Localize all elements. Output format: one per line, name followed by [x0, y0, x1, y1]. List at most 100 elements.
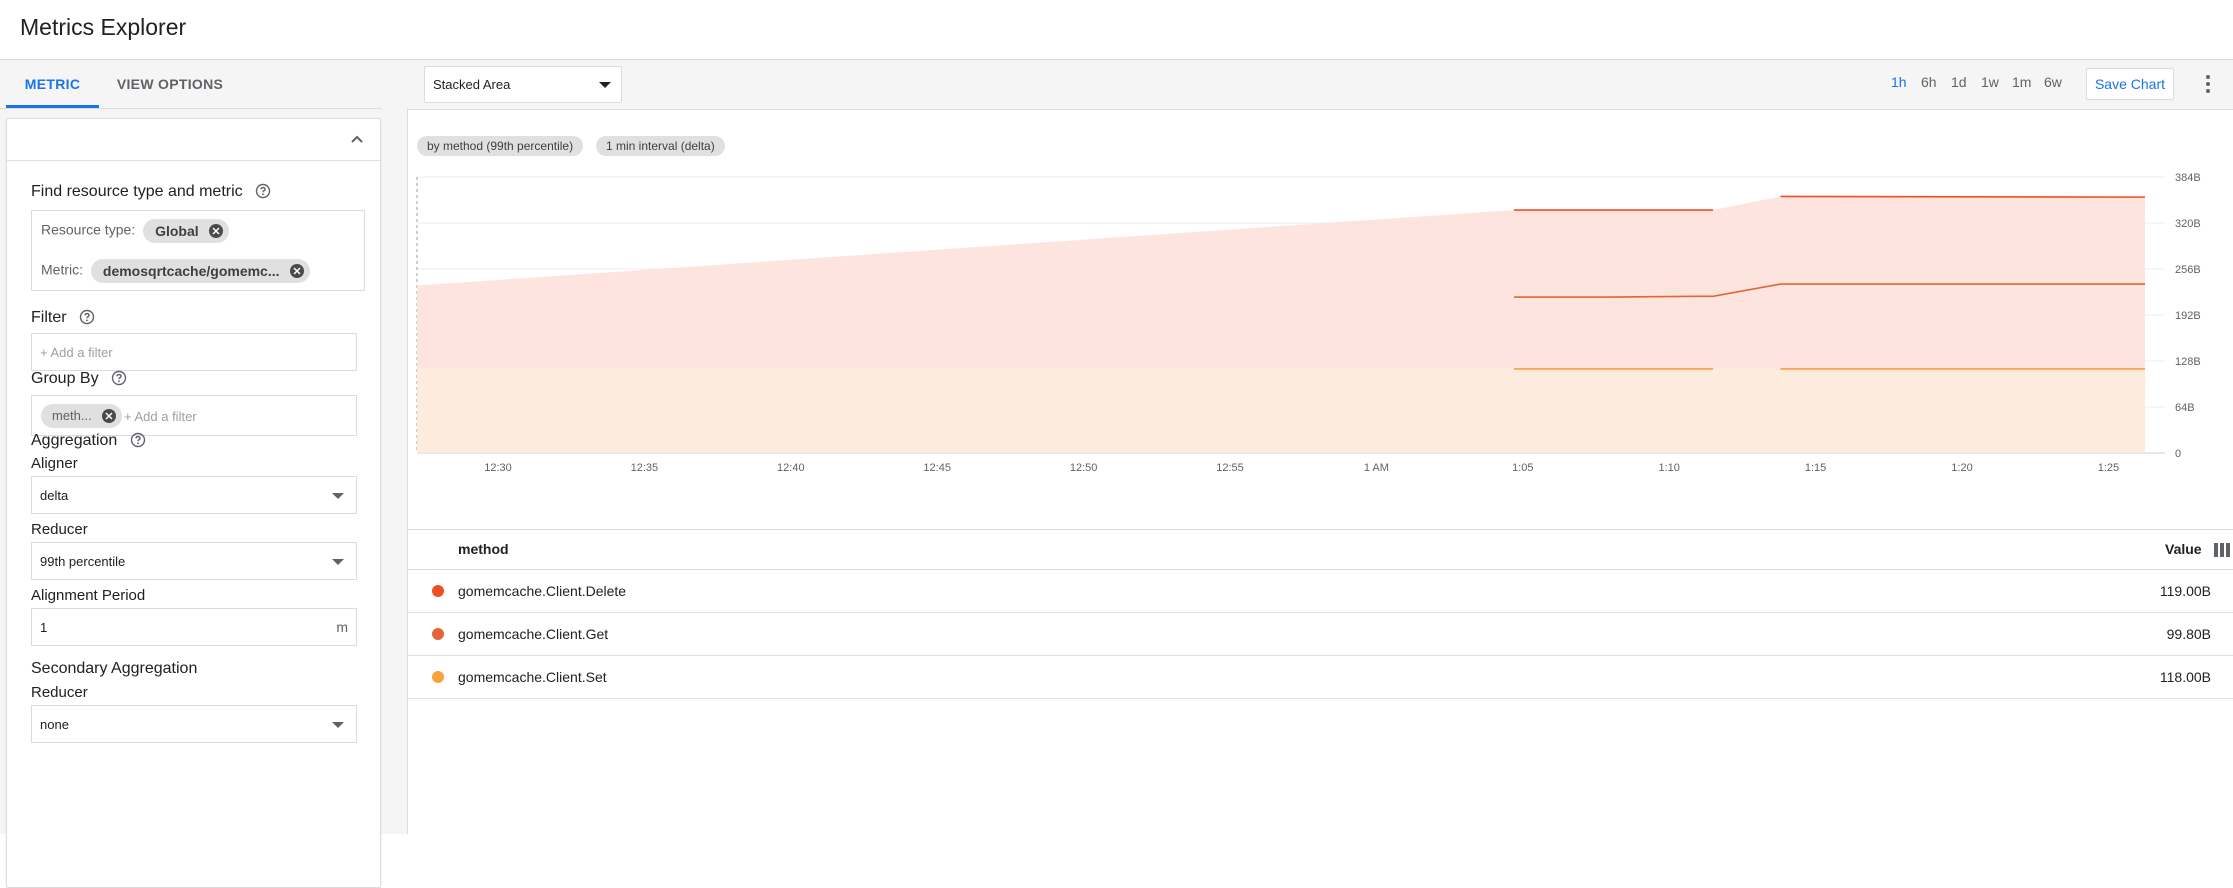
table-row[interactable]: gomemcache.Client.Set 118.00B — [408, 656, 2233, 699]
group-by-chip-label: by method (99th percentile) — [417, 136, 584, 156]
tabs-divider — [0, 108, 382, 109]
x-tick-label: 12:30 — [484, 462, 512, 474]
save-chart-button[interactable]: Save Chart — [2086, 68, 2174, 100]
alignment-period-input[interactable]: 1 m — [31, 608, 357, 646]
resource-type-value: Global — [155, 223, 199, 239]
tab-metric[interactable]: METRIC — [6, 60, 99, 108]
columns-icon[interactable] — [2214, 543, 2230, 557]
group-by-chip[interactable]: meth... — [41, 404, 122, 428]
legend-table-header: method Value — [408, 529, 2233, 570]
aligner-select[interactable]: delta — [31, 476, 357, 514]
table-row[interactable]: gomemcache.Client.Get 99.80B — [408, 613, 2233, 656]
series-color-dot — [432, 628, 444, 640]
reducer-label: Reducer — [31, 521, 88, 538]
metric-chip[interactable]: demosqrtcache/gomemc... — [90, 259, 310, 283]
chart-type-select[interactable]: Stacked Area — [424, 66, 622, 103]
x-tick-label: 1 AM — [1364, 462, 1389, 474]
help-icon[interactable] — [130, 432, 146, 448]
secondary-reducer-label: Reducer — [31, 684, 88, 701]
metric-value: demosqrtcache/gomemc... — [102, 263, 280, 279]
metric-label: Metric: — [41, 261, 83, 278]
metric-card: Find resource type and metric Resource t… — [6, 118, 381, 888]
dropdown-arrow-icon — [599, 82, 611, 88]
stacked-area-chart[interactable]: 0 64B 128B 192B 256B 320B 384B 12:30 12:35 12:40 1… — [408, 164, 2233, 529]
table-row[interactable]: gomemcache.Client.Delete 119.00B — [408, 570, 2233, 613]
app-header: Metrics Explorer — [0, 0, 2233, 60]
group-by-section: Group By — [31, 370, 127, 388]
more-vert-icon[interactable] — [2200, 73, 2216, 95]
dropdown-arrow-icon — [332, 559, 344, 565]
x-tick-label: 12:45 — [923, 462, 951, 474]
secondary-aggregation-title: Secondary Aggregation — [31, 660, 198, 677]
alignment-period-unit: m — [336, 619, 348, 635]
x-tick-label: 12:50 — [1070, 462, 1098, 474]
resource-metric-selector[interactable]: Resource type: Global Metric: demosqrtca… — [31, 210, 365, 291]
x-tick-label: 1:15 — [1805, 462, 1826, 474]
alignment-period-label: Alignment Period — [31, 587, 146, 604]
resource-type-chip[interactable]: Global — [143, 219, 229, 243]
tab-view-options[interactable]: VIEW OPTIONS — [110, 60, 230, 108]
series-name: gomemcache.Client.Set — [458, 669, 607, 685]
chart-panel: Stacked Area 1h 6h 1d 1w 1m 6w Save Char… — [408, 60, 2233, 834]
filter-placeholder: + Add a filter — [40, 345, 113, 360]
series-line-delete — [1780, 195, 2146, 198]
resource-type-label: Resource type: — [41, 221, 136, 238]
group-by-input[interactable]: meth... + Add a filter — [31, 395, 357, 436]
remove-group-by-icon[interactable] — [101, 409, 116, 423]
value-column-header[interactable]: Value — [2165, 541, 2202, 557]
series-name: gomemcache.Client.Delete — [458, 583, 627, 599]
series-value: 118.00B — [2159, 669, 2211, 685]
range-1d[interactable]: 1d — [1951, 74, 1967, 90]
aggregation-title: Aggregation — [31, 432, 118, 449]
y-tick-label: 320B — [2175, 218, 2201, 230]
dropdown-arrow-icon — [332, 722, 344, 728]
range-6w[interactable]: 6w — [2044, 74, 2062, 90]
help-icon[interactable] — [255, 183, 271, 199]
secondary-reducer-select[interactable]: none — [31, 705, 357, 743]
filter-input[interactable]: + Add a filter — [31, 333, 357, 371]
filter-section: Filter — [31, 309, 95, 327]
chart-type-value: Stacked Area — [433, 77, 511, 92]
group-by-placeholder: + Add a filter — [124, 409, 197, 424]
range-1h[interactable]: 1h — [1891, 74, 1907, 90]
group-by-chip-label: meth... — [52, 408, 92, 423]
find-resource-section: Find resource type and metric — [31, 183, 271, 201]
series-color-dot — [432, 585, 444, 597]
aligner-label: Aligner — [31, 455, 78, 472]
range-6h[interactable]: 6h — [1921, 74, 1937, 90]
help-icon[interactable] — [111, 370, 127, 386]
secondary-reducer-value: none — [40, 717, 69, 732]
aggregation-section: Aggregation — [31, 432, 146, 450]
area-get-delete — [417, 196, 2145, 369]
reducer-select[interactable]: 99th percentile — [31, 542, 357, 580]
x-tick-label: 12:35 — [631, 462, 659, 474]
series-value: 119.00B — [2159, 583, 2211, 599]
card-header — [7, 119, 380, 161]
chevron-up-icon[interactable] — [348, 131, 366, 149]
interval-chip-label: 1 min interval (delta) — [596, 136, 725, 156]
y-tick-label: 384B — [2175, 172, 2201, 184]
remove-resource-icon[interactable] — [208, 224, 223, 238]
config-tabs: METRIC VIEW OPTIONS — [0, 60, 408, 109]
y-tick-label: 0 — [2175, 448, 2181, 460]
x-tick-label: 1:20 — [1951, 462, 1972, 474]
y-tick-label: 192B — [2175, 310, 2201, 322]
page-title: Metrics Explorer — [20, 14, 187, 40]
x-tick-label: 1:05 — [1512, 462, 1533, 474]
series-color-dot — [432, 671, 444, 683]
metric-row: Metric: demosqrtcache/gomemc... — [41, 259, 310, 283]
x-tick-label: 1:10 — [1658, 462, 1679, 474]
reducer-value: 99th percentile — [40, 554, 126, 569]
remove-metric-icon[interactable] — [289, 264, 304, 278]
aligner-value: delta — [40, 488, 69, 503]
x-tick-label: 12:55 — [1216, 462, 1244, 474]
help-icon[interactable] — [79, 309, 95, 325]
method-column-header[interactable]: method — [458, 541, 509, 557]
range-1m[interactable]: 1m — [2012, 74, 2031, 90]
chart-toolbar: Stacked Area 1h 6h 1d 1w 1m 6w Save Char… — [408, 60, 2233, 110]
series-value: 99.80B — [2166, 626, 2211, 642]
x-tick-label: 1:25 — [2098, 462, 2119, 474]
metric-config-panel: METRIC VIEW OPTIONS Find resource type a… — [0, 60, 408, 888]
group-by-title: Group By — [31, 370, 99, 387]
range-1w[interactable]: 1w — [1981, 74, 1999, 90]
